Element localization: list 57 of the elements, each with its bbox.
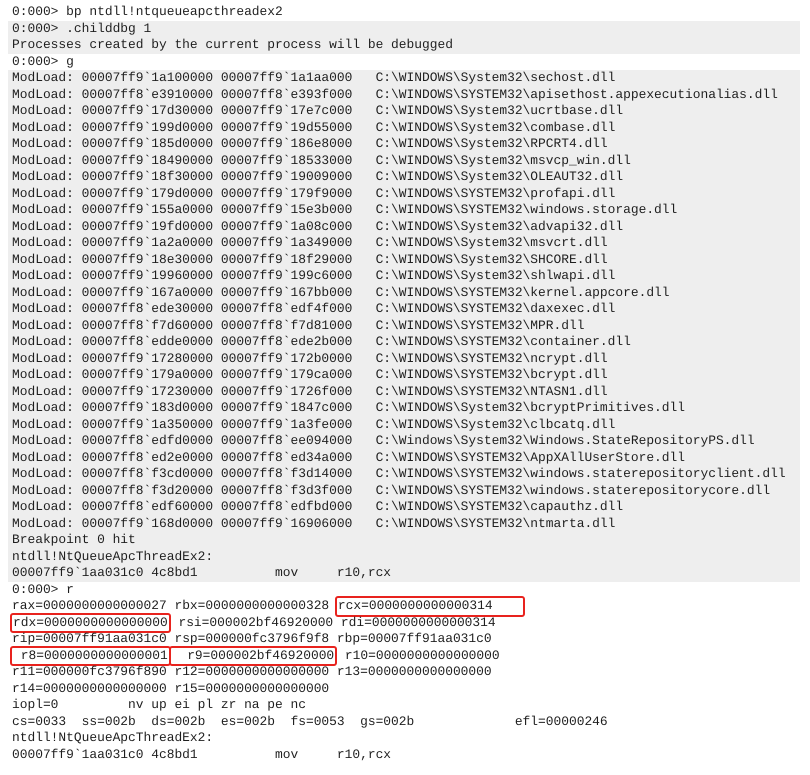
console-line: 0:000> r [12, 582, 74, 598]
console-line: ModLoad: 00007ff9`17d30000 00007ff9`17e7c000 C:\WINDOWS\System32\ucrtbase.dll [12, 103, 624, 120]
console-line: ModLoad: 00007ff9`18e30000 00007ff9`18f29000 C:\WINDOWS\System32\SHCORE.dll [12, 252, 608, 268]
register-value: r12=0000000000000000 [174, 664, 330, 680]
console-line: ModLoad: 00007ff8`ed2e0000 00007ff8`ed34a000 C:\WINDOWS\SYSTEM32\AppXAllUserStore.dll [12, 450, 686, 466]
console-line: ModLoad: 00007ff8`f3cd0000 00007ff8`f3d14000 C:\WINDOWS\SYSTEM32\windows.staterepositoryclient.dll [12, 466, 786, 482]
console-line: ModLoad: 00007ff9`168d0000 00007ff9`16906000 C:\WINDOWS\SYSTEM32\ntmarta.dll [12, 516, 616, 532]
console-line: cs=0033 ss=002b ds=002b es=002b fs=0053 gs=002b efl=00000246 [12, 714, 608, 730]
register-value: rsi=000002bf46920000 [177, 614, 334, 631]
console-line: ModLoad: 00007ff9`1a350000 00007ff9`1a3fe000 C:\WINDOWS\System32\clbcatq.dll [12, 416, 616, 433]
console-line: ModLoad: 00007ff9`155a0000 00007ff9`15e3b000 C:\WINDOWS\SYSTEM32\windows.storage.dll [12, 202, 678, 218]
console-line: ModLoad: 00007ff8`ede30000 00007ff8`edf4f000 C:\WINDOWS\SYSTEM32\daxexec.dll [12, 301, 616, 318]
console-line: 00007ff9`1aa031c0 4c8bd1 mov r10,rcx [12, 565, 392, 582]
console-line: ModLoad: 00007ff8`edfd0000 00007ff8`ee094000 C:\Windows\System32\Windows.StateRepositoryPS.dll [12, 433, 755, 450]
console-line: ModLoad: 00007ff8`f3d20000 00007ff8`f3d3f000 C:\WINDOWS\SYSTEM32\windows.staterepositorycore.dll [12, 482, 770, 499]
console-line: ntdll!NtQueueApcThreadEx2: [12, 730, 214, 746]
register-value: r15=0000000000000000 [174, 680, 330, 697]
register-value: r13=0000000000000000 [336, 664, 492, 680]
highlighted-register: rcx=0000000000000314 [336, 598, 523, 614]
console-line: Processes created by the current process will be debugged [12, 37, 453, 54]
register-value: rax=0000000000000027 [12, 598, 168, 614]
console-line: ntdll!NtQueueApcThreadEx2: [12, 548, 214, 565]
register-value: rsp=000000fc3796f9f8 [174, 631, 330, 648]
highlighted-register: rdx=0000000000000000 [12, 614, 169, 631]
register-value: r11=000000fc3796f890 [12, 664, 168, 680]
console-line: ModLoad: 00007ff9`17230000 00007ff9`1726f000 C:\WINDOWS\SYSTEM32\NTASN1.dll [12, 384, 608, 400]
console-line: ModLoad: 00007ff9`18f30000 00007ff9`19009000 C:\WINDOWS\System32\OLEAUT32.dll [12, 169, 624, 186]
console-line: ModLoad: 00007ff9`199d0000 00007ff9`19d55000 C:\WINDOWS\System32\combase.dll [12, 120, 616, 136]
register-value: rbx=0000000000000328 [174, 598, 330, 614]
highlighted-register: r8=0000000000000001 [12, 648, 169, 664]
register-value: rdi=0000000000000314 [340, 614, 496, 631]
console-line: Breakpoint 0 hit [12, 532, 136, 548]
console-line: 0:000> .childdbg 1 [12, 20, 152, 37]
console-line: ModLoad: 00007ff9`1a2a0000 00007ff9`1a349000 C:\WINDOWS\System32\msvcrt.dll [12, 235, 608, 252]
console-line: ModLoad: 00007ff9`1a100000 00007ff9`1a1aa000 C:\WINDOWS\System32\sechost.dll [12, 70, 616, 86]
console-line: ModLoad: 00007ff9`179d0000 00007ff9`179f9000 C:\WINDOWS\SYSTEM32\profapi.dll [12, 186, 616, 202]
console-line: ModLoad: 00007ff9`185d0000 00007ff9`186e8000 C:\WINDOWS\System32\RPCRT4.dll [12, 136, 608, 152]
console-line: ModLoad: 00007ff9`179a0000 00007ff9`179ca000 C:\WINDOWS\SYSTEM32\bcrypt.dll [12, 367, 608, 384]
console-line: 00007ff9`1aa031c0 4c8bd1 mov r10,rcx [12, 746, 392, 763]
register-value: r14=0000000000000000 [12, 680, 168, 697]
console-line: ModLoad: 00007ff9`18490000 00007ff9`18533000 C:\WINDOWS\System32\msvcp_win.dll [12, 152, 631, 169]
highlighted-register: r9=000002bf46920000 [170, 648, 336, 664]
register-value: r10=0000000000000000 [344, 648, 500, 664]
console-line: ModLoad: 00007ff8`edde0000 00007ff8`ede2b000 C:\WINDOWS\SYSTEM32\container.dll [12, 334, 631, 350]
console-line: ModLoad: 00007ff8`e3910000 00007ff8`e393f000 C:\WINDOWS\SYSTEM32\apisethost.appexecutionalias.dll [12, 86, 778, 103]
console-line: ModLoad: 00007ff9`19fd0000 00007ff9`1a08c000 C:\WINDOWS\System32\advapi32.dll [12, 218, 624, 235]
console-line: ModLoad: 00007ff9`183d0000 00007ff9`1847c000 C:\WINDOWS\System32\bcryptPrimitives.dll [12, 400, 686, 416]
console-line: 0:000> g [12, 54, 74, 70]
register-value: rip=00007ff91aa031c0 [12, 631, 168, 648]
console-line: ModLoad: 00007ff9`167a0000 00007ff9`167bb000 C:\WINDOWS\SYSTEM32\kernel.appcore.dll [12, 284, 670, 301]
console-line: ModLoad: 00007ff8`edf60000 00007ff8`edfbd000 C:\WINDOWS\SYSTEM32\capauthz.dll [12, 499, 624, 516]
console-line: ModLoad: 00007ff9`19960000 00007ff9`199c6000 C:\WINDOWS\System32\shlwapi.dll [12, 268, 616, 284]
console-line: 0:000> bp ntdll!ntqueueapcthreadex2 [12, 4, 283, 20]
console-line: iopl=0 nv up ei pl zr na pe nc [12, 697, 306, 714]
console-line: ModLoad: 00007ff8`f7d60000 00007ff8`f7d81000 C:\WINDOWS\SYSTEM32\MPR.dll [12, 318, 584, 334]
console-line: ModLoad: 00007ff9`17280000 00007ff9`172b0000 C:\WINDOWS\SYSTEM32\ncrypt.dll [12, 350, 608, 367]
register-value: rbp=00007ff91aa031c0 [336, 631, 492, 648]
